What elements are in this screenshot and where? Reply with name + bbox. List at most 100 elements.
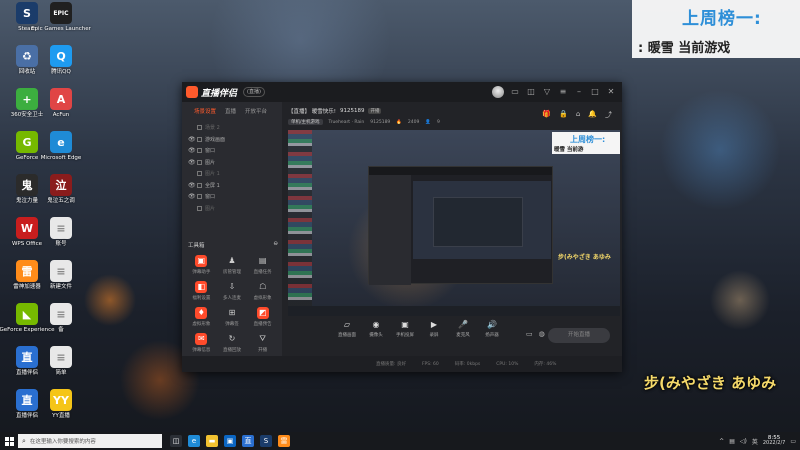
desktop-icon[interactable]: 泣鬼泣五之调 (40, 174, 82, 204)
camera-icon[interactable]: ▭ (526, 330, 533, 338)
scene-item[interactable]: 图片 1 (182, 168, 282, 180)
tool-item[interactable]: ✉ 弹幕信息 (186, 333, 217, 353)
visibility-icon[interactable]: 👁 (188, 159, 196, 166)
gift-icon[interactable]: ▽ (542, 87, 552, 97)
maximize-icon[interactable]: □ (590, 87, 600, 97)
room-title[interactable]: 【直播】 暖雪快乐! (288, 107, 336, 115)
tool-item[interactable]: ⊞ 弹幕签 (217, 307, 248, 327)
visibility-icon[interactable]: 👁 (188, 193, 196, 200)
store-icon[interactable]: ▣ (224, 435, 236, 447)
desktop-icon[interactable]: YY YY直播 (40, 389, 82, 419)
tool-item[interactable]: ♦ 虚拟形象 (186, 307, 217, 327)
lock-toggle-icon[interactable] (197, 171, 202, 177)
lock-toggle-icon[interactable] (197, 159, 202, 165)
file-explorer-icon[interactable]: ▬ (206, 435, 218, 447)
tool-item[interactable]: ↻ 直播回放 (217, 333, 248, 353)
preview-banner-sub: 暖雪 当前游 (554, 147, 584, 153)
tool-item[interactable]: ♟ 房管管理 (217, 255, 248, 275)
scene-item[interactable]: 图片 (182, 203, 282, 215)
scene-label: 图片 1 (205, 171, 220, 178)
clock[interactable]: 8:55 2022/2/7 (763, 435, 785, 447)
search-box[interactable]: ⌕ 在这里输入你要搜索的内容 (18, 434, 162, 448)
tool-item[interactable]: ☖ 虚拟形象 (247, 281, 278, 301)
start-button[interactable] (0, 432, 18, 450)
app-icon: ≡ (50, 303, 72, 325)
desktop-icon-label: 新建文件 (49, 284, 72, 290)
share-icon[interactable]: ⤴ (605, 110, 612, 120)
edge-icon[interactable]: e (188, 435, 200, 447)
minimize-icon[interactable]: – (574, 87, 584, 97)
tool-icon: ◧ (195, 281, 208, 293)
effects-icon[interactable]: ◍ (539, 330, 545, 338)
desktop-icon[interactable]: ≡ 账号 (40, 217, 82, 247)
desktop-icon[interactable]: ≡ 简单 (40, 346, 82, 376)
scene-item[interactable]: 场景 2 (182, 122, 282, 134)
avatar[interactable] (492, 86, 504, 98)
lock-toggle-icon[interactable] (197, 194, 202, 200)
toolbox-label: 工具箱 (188, 243, 205, 249)
sidebar-tab[interactable]: 开放平台 (245, 107, 267, 118)
lock-toggle-icon[interactable] (197, 182, 202, 188)
source-control[interactable]: 🎤 麦克风 (452, 320, 474, 338)
stream-preview[interactable]: 上周榜一: 暖雪 当前游 步(みやざき あゆみ (288, 130, 620, 316)
source-control[interactable]: 🔊 扬声器 (481, 320, 503, 338)
gift-box-icon[interactable]: 🎁 (542, 110, 551, 120)
desktop-icon[interactable]: EPIC Epic Games Launcher (31, 2, 91, 32)
toolbox-collapse-icon[interactable]: ⊖ (273, 241, 278, 249)
visibility-icon[interactable]: 👁 (188, 147, 196, 154)
version-badge[interactable]: (直播) (243, 87, 265, 97)
menu-icon[interactable]: ≡ (558, 87, 568, 97)
tool-item[interactable]: ◩ 直播预告 (247, 307, 278, 327)
start-live-button[interactable]: 开始直播 (548, 328, 610, 343)
bell-icon[interactable]: 🔔 (588, 110, 597, 120)
source-control[interactable]: ▱ 直播画面 (336, 320, 358, 338)
steam-icon[interactable]: S (260, 435, 272, 447)
close-icon[interactable]: ✕ (606, 87, 616, 97)
notification-icon[interactable]: ▭ (790, 438, 796, 445)
lock-icon[interactable]: 🔒 (559, 110, 568, 120)
sidebar-tab[interactable]: 直播 (225, 107, 236, 118)
scene-item[interactable]: 👁 全屏 1 (182, 180, 282, 192)
ime-icon[interactable]: 英 (752, 437, 758, 446)
network-icon[interactable]: ▤ (729, 438, 735, 445)
source-control[interactable]: ◉ 摄像头 (365, 320, 387, 338)
tool-item[interactable]: ▣ 弹幕助手 (186, 255, 217, 275)
source-control[interactable]: ▶ 录屏 (423, 320, 445, 338)
task-view-icon[interactable]: ◫ (170, 435, 182, 447)
pin-icon[interactable]: ⌂ (576, 110, 580, 120)
skin-icon[interactable]: ◫ (526, 87, 536, 97)
tool-item[interactable]: ⇩ 多人连麦 (217, 281, 248, 301)
tool-item[interactable]: ▤ 直播任务 (247, 255, 278, 275)
tool-icon: ◩ (256, 307, 269, 319)
control-icon: ◉ (372, 320, 380, 329)
scene-item[interactable]: 👁 游戏画面 (182, 134, 282, 146)
scene-item[interactable]: 👁 窗口 (182, 145, 282, 157)
lock-toggle-icon[interactable] (197, 125, 202, 131)
tray-overflow-icon[interactable]: ^ (719, 438, 724, 445)
lock-toggle-icon[interactable] (197, 148, 202, 154)
title-bar[interactable]: 直播伴侣 (直播) ▭ ◫ ▽ ≡ – □ ✕ (182, 82, 622, 102)
source-control[interactable]: ▣ 手机投屏 (394, 320, 416, 338)
lock-toggle-icon[interactable] (197, 136, 202, 142)
visibility-icon[interactable]: 👁 (188, 182, 196, 189)
accelerator-icon[interactable]: 雷 (278, 435, 290, 447)
scene-item[interactable]: 👁 图片 (182, 157, 282, 169)
tool-item[interactable]: ◧ 福利设置 (186, 281, 217, 301)
room-chip[interactable]: 开播 (368, 108, 382, 114)
desktop-icon[interactable]: e Microsoft Edge (40, 131, 82, 161)
desktop-icon[interactable]: A AcFun (40, 88, 82, 118)
visibility-icon[interactable]: 👁 (188, 136, 196, 143)
livestream-app-icon[interactable]: 直 (242, 435, 254, 447)
tool-icon: ▣ (195, 255, 208, 267)
banner-subtitle: : 暖雪 当前游戏 (638, 41, 731, 56)
volume-icon[interactable]: ◁) (740, 438, 747, 445)
desktop-icon[interactable]: ≡ 新建文件 (40, 260, 82, 290)
message-icon[interactable]: ▭ (510, 87, 520, 97)
lock-toggle-icon[interactable] (197, 205, 202, 211)
tool-item[interactable]: ⛛ 开播 (247, 333, 278, 353)
sidebar-tab[interactable]: 场景设置 (194, 107, 216, 118)
desktop-icon[interactable]: Q 腾讯QQ (40, 45, 82, 75)
desktop-icon[interactable]: ≡ 备 (40, 303, 82, 333)
scene-item[interactable]: 👁 窗口 (182, 191, 282, 203)
room-category[interactable]: 单机/主机游戏 (288, 119, 323, 125)
